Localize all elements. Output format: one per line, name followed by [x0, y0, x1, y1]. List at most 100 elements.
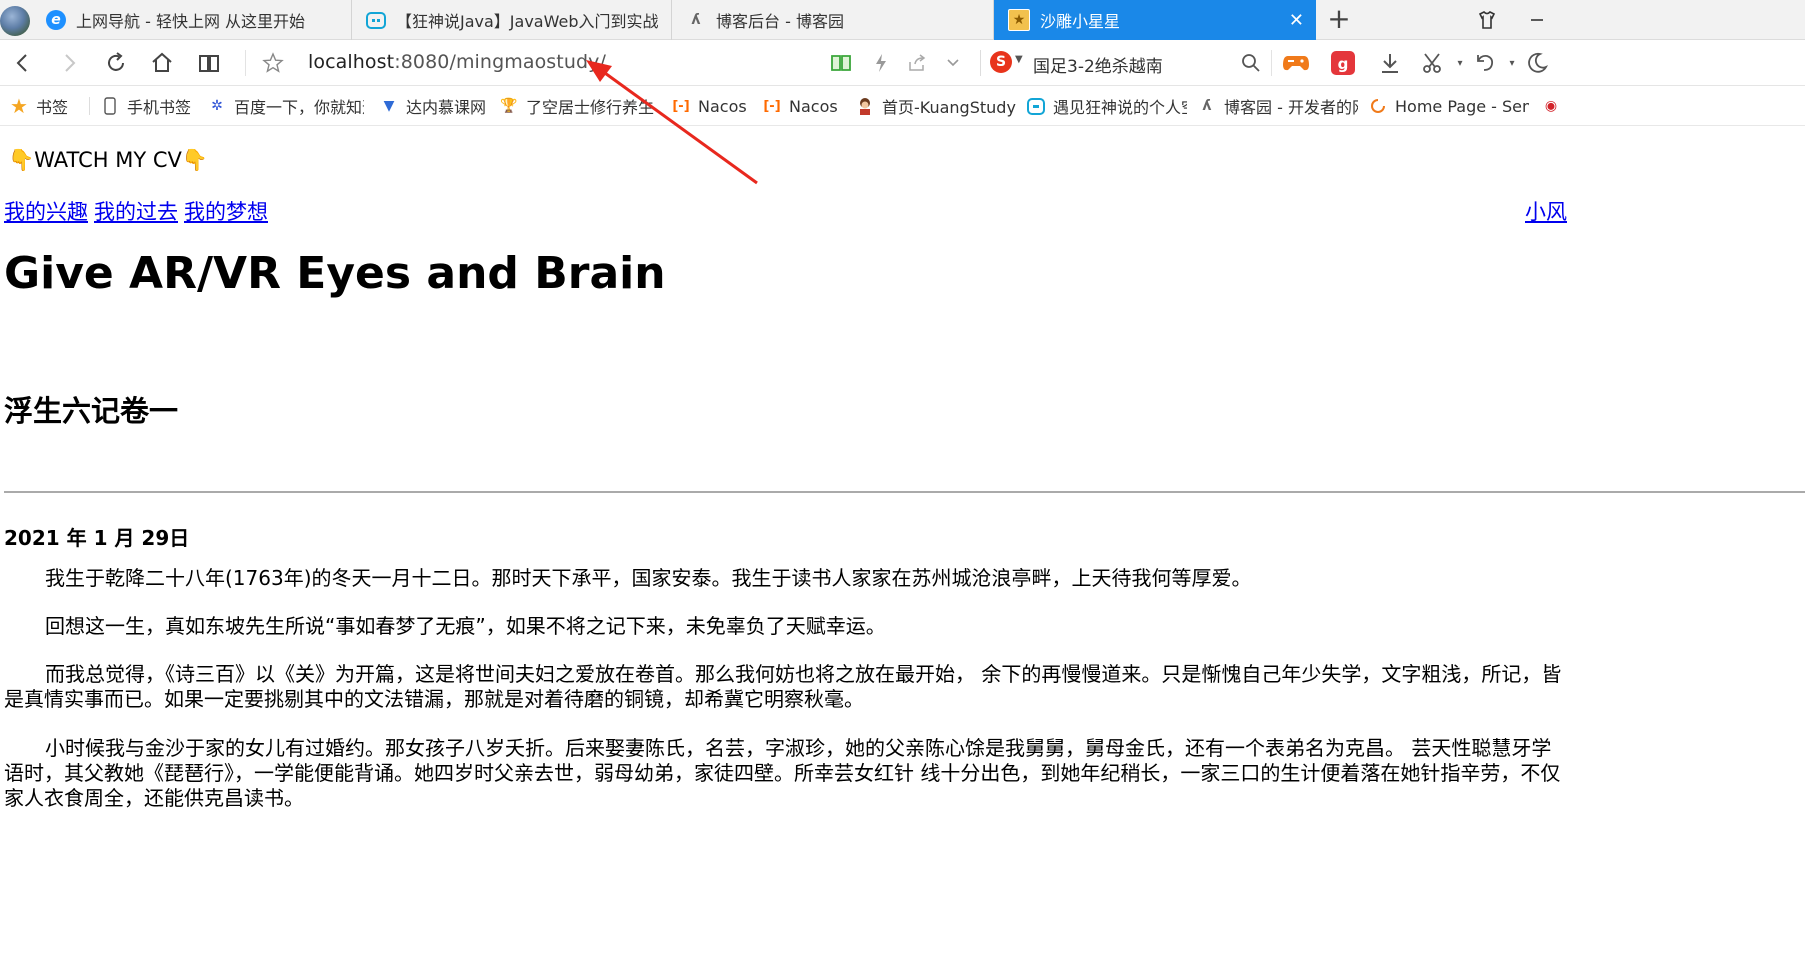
- bookmark-label: 遇见狂神说的个人空间: [1053, 98, 1187, 117]
- reading-mode-icon[interactable]: [828, 50, 854, 76]
- moon-icon[interactable]: [1522, 48, 1552, 78]
- bookmark-label: 达内慕课网: [406, 98, 487, 117]
- back-button[interactable]: [6, 46, 40, 80]
- search-input[interactable]: 国足3-2绝杀越南: [1033, 52, 1163, 77]
- nav-link-dreams[interactable]: 我的梦想: [184, 200, 268, 224]
- sogou-search-icon[interactable]: S: [990, 51, 1012, 73]
- nav-link-past[interactable]: 我的过去: [94, 200, 178, 224]
- divider: [980, 50, 981, 76]
- baidu-paw-icon: ✲: [211, 98, 223, 114]
- divider: [89, 97, 90, 115]
- aliyun-icon: [-]: [672, 98, 690, 114]
- bookmark-item[interactable]: 首页-KuangStudy: [856, 95, 1016, 117]
- tab-label: 【狂神说Java】JavaWeb入门到实战: [396, 12, 659, 31]
- home-icon: [152, 52, 172, 72]
- bookmark-item[interactable]: ★ 书签: [10, 95, 68, 117]
- page-title: Give AR/VR Eyes and Brain: [4, 248, 666, 299]
- cnblogs-icon: ʎ: [1202, 98, 1212, 114]
- tab-menu-button[interactable]: [1462, 0, 1512, 40]
- tab-active-page[interactable]: ★ 沙雕小星星 ✕: [994, 0, 1316, 40]
- share-icon[interactable]: [904, 50, 930, 76]
- bookmark-label: 首页-KuangStudy: [882, 98, 1016, 117]
- search-icon[interactable]: [1236, 48, 1266, 78]
- tab-blog-admin[interactable]: ʎ 博客后台 - 博客园: [672, 0, 994, 40]
- flag-icon: ◉: [1544, 98, 1558, 114]
- bookmarks-bar: ★ 书签 手机书签 ✲ 百度一下，你就知道 ▼ 达内慕课网 🏆 了空居士修行养生…: [0, 86, 1805, 126]
- reader-button[interactable]: [192, 46, 226, 80]
- home-button[interactable]: [145, 46, 179, 80]
- bookmark-item[interactable]: ʎ 博客园 - 开发者的网上家园: [1198, 95, 1358, 117]
- section-title: 浮生六记卷一: [4, 394, 179, 428]
- close-tab-icon[interactable]: ✕: [1289, 10, 1304, 31]
- tab-navigation[interactable]: e 上网导航 - 轻快上网 从这里开始: [32, 0, 352, 40]
- tab-label: 博客后台 - 博客园: [716, 12, 844, 31]
- forward-button[interactable]: [52, 46, 86, 80]
- reload-icon: [108, 52, 124, 71]
- cv-link[interactable]: 👇WATCH MY CV👇: [8, 148, 208, 173]
- bookmark-item[interactable]: ▼ 达内慕课网: [380, 95, 490, 117]
- bookmark-item[interactable]: 手机书签: [101, 95, 201, 117]
- scissors-icon[interactable]: [1418, 48, 1448, 78]
- download-icon[interactable]: [1375, 48, 1405, 78]
- app-icon[interactable]: g: [1328, 48, 1358, 78]
- favicon-icon: ★: [1008, 9, 1030, 31]
- page-content: 👇WATCH MY CV👇 我的兴趣 我的过去 我的梦想 小风 Give AR/VR…: [0, 126, 1805, 958]
- nav-link-right[interactable]: 小风: [1525, 196, 1567, 226]
- bookmark-label: 博客园 - 开发者的网上家园: [1224, 98, 1358, 117]
- bookmark-star-button[interactable]: [256, 46, 290, 80]
- trophy-icon: 🏆: [500, 98, 518, 114]
- tab-label: 上网导航 - 轻快上网 从这里开始: [76, 12, 306, 31]
- bilibili-icon: [1027, 97, 1045, 115]
- bookmark-item[interactable]: [-] Nacos: [763, 95, 843, 117]
- lightning-icon[interactable]: [868, 50, 894, 76]
- back-icon: [16, 54, 27, 72]
- minimize-button[interactable]: [1512, 0, 1562, 40]
- shirt-icon: [1478, 11, 1496, 29]
- tab-javaweb-video[interactable]: 【狂神说Java】JavaWeb入门到实战: [352, 0, 672, 40]
- bookmark-item[interactable]: 遇见狂神说的个人空间: [1027, 95, 1187, 117]
- profile-avatar[interactable]: [0, 6, 30, 36]
- paragraph: 我生于乾降二十八年(1763年)的冬天一月十二日。那时天下承平，国家安泰。我生于…: [45, 566, 1252, 590]
- tab-label: 沙雕小星星: [1040, 12, 1121, 31]
- address-bar[interactable]: localhost:8080/mingmaostudy/: [308, 51, 606, 73]
- divider: [245, 50, 246, 76]
- bookmark-item[interactable]: [-] Nacos: [672, 95, 752, 117]
- star-icon: ★: [10, 95, 28, 117]
- bookmark-item[interactable]: 🏆 了空居士修行养生: [500, 95, 660, 117]
- aliyun-icon: [-]: [763, 98, 781, 114]
- phone-icon: [101, 97, 119, 115]
- undo-icon[interactable]: [1470, 48, 1500, 78]
- chevron-down-icon[interactable]: [940, 50, 966, 76]
- avatar-icon: [856, 97, 874, 115]
- nav-link-interests[interactable]: 我的兴趣: [4, 200, 88, 224]
- bookmark-label: 了空居士修行养生: [526, 98, 655, 117]
- paragraph: 回想这一生，真如东坡先生所说“事如春梦了无痕”，如果不将之记下来，未免辜负了天赋…: [45, 614, 886, 638]
- page-nav: 我的兴趣 我的过去 我的梦想: [4, 196, 274, 226]
- forward-icon: [65, 54, 76, 72]
- caret-down-icon[interactable]: ▼: [1015, 54, 1023, 65]
- tedu-icon: ▼: [383, 98, 395, 114]
- loading-icon: [1369, 97, 1387, 115]
- bookmark-item[interactable]: ✲ 百度一下，你就知道: [208, 95, 364, 117]
- bookmark-overflow[interactable]: ◉: [1542, 95, 1568, 117]
- reload-button[interactable]: [99, 46, 133, 80]
- bookmark-label: 百度一下，你就知道: [234, 98, 364, 117]
- book-icon: [199, 55, 219, 72]
- bookmark-label: Home Page - Sem: [1395, 96, 1529, 116]
- cnblogs-icon: ʎ: [691, 12, 701, 28]
- gamepad-icon[interactable]: [1281, 48, 1311, 78]
- url-host: localhost: [308, 51, 395, 73]
- paragraph: 而我总觉得，《诗三百》以《关》为开篇，这是将世间夫妇之爱放在卷首。那么我何妨也将…: [4, 662, 1562, 711]
- new-tab-button[interactable]: +: [1322, 3, 1356, 37]
- post-date: 2021 年 1 月 29日: [4, 526, 190, 550]
- bookmark-item[interactable]: Home Page - Sem: [1369, 95, 1529, 117]
- navigation-bar: localhost:8080/mingmaostudy/ S ▼ 国足3-2绝杀…: [0, 40, 1805, 86]
- bookmark-label: 手机书签: [127, 98, 192, 117]
- url-path: :8080/mingmaostudy/: [394, 51, 607, 73]
- paragraph: 小时候我与金沙于家的女儿有过婚约。那女孩子八岁夭折。后来娶妻陈氏，名芸，字淑珍，…: [4, 736, 1561, 810]
- tab-strip: e 上网导航 - 轻快上网 从这里开始 【狂神说Java】JavaWeb入门到实…: [0, 0, 1805, 40]
- bookmark-label: 书签: [36, 98, 69, 117]
- horizontal-rule: [4, 491, 1805, 493]
- ie-icon: e: [46, 10, 66, 30]
- bookmark-label: Nacos: [789, 96, 838, 116]
